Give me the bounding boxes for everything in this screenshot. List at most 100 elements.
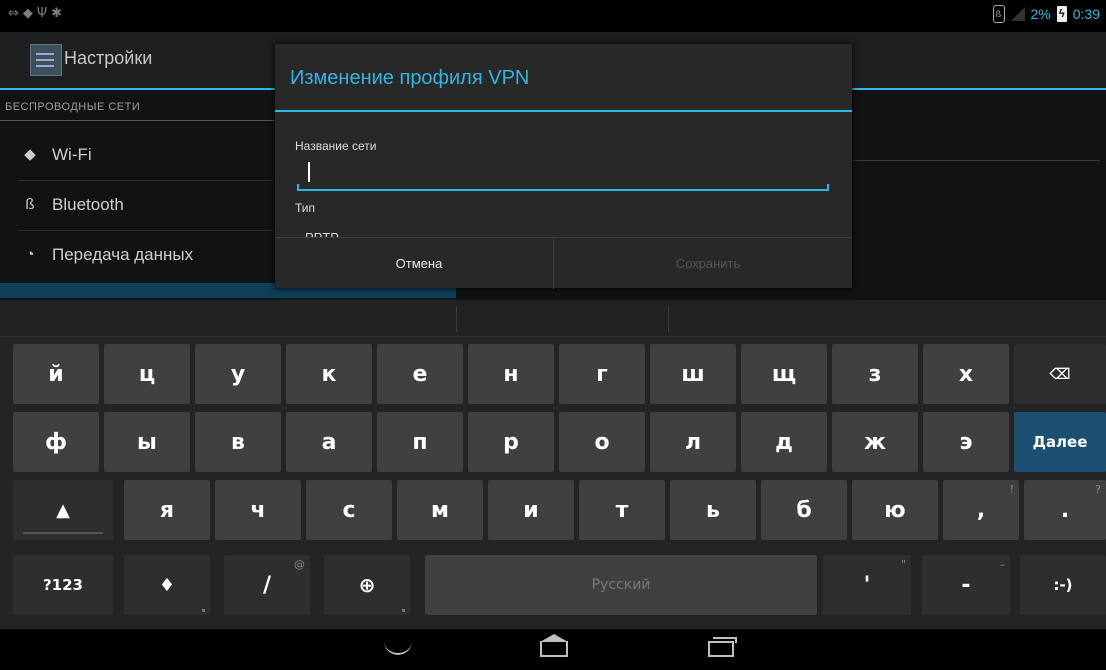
dialog-title: Изменение профиля VPN <box>290 67 530 89</box>
home-icon <box>540 634 568 657</box>
period-label: . <box>1060 497 1070 523</box>
key-б[interactable]: б <box>761 480 847 540</box>
shift-key[interactable]: ▲ <box>13 480 113 540</box>
backspace-icon: ⌫ <box>1049 365 1071 383</box>
settings-icon[interactable] <box>30 44 62 76</box>
key-ю[interactable]: ю <box>852 480 938 540</box>
cancel-button[interactable]: Отмена <box>275 238 563 289</box>
key-ы[interactable]: ы <box>104 412 190 472</box>
key-й[interactable]: й <box>13 344 99 404</box>
key-п[interactable]: п <box>377 412 463 472</box>
globe-icon: ⊕ <box>358 573 376 597</box>
on-screen-keyboard: й ц у к е н г ш щ з х ⌫ ф ы в а п р о л … <box>0 300 1106 629</box>
language-key[interactable]: ⊕ <box>324 555 410 615</box>
key-г[interactable]: г <box>559 344 645 404</box>
clock: 0:39 <box>1072 6 1100 22</box>
no-signal-icon <box>1010 7 1025 21</box>
apostrophe-label: ' <box>863 572 871 598</box>
next-key[interactable]: Далее <box>1014 412 1106 472</box>
space-key[interactable]: Русский <box>425 555 817 615</box>
key-х[interactable]: х <box>923 344 1009 404</box>
key-о[interactable]: о <box>559 412 645 472</box>
settings-item-wifi[interactable]: ◆ Wi-Fi <box>0 131 275 181</box>
settings-item-bluetooth[interactable]: ß Bluetooth <box>0 181 275 231</box>
key-д[interactable]: д <box>741 412 827 472</box>
recent-apps-button[interactable] <box>684 629 764 670</box>
home-button[interactable] <box>513 629 593 670</box>
key-ч[interactable]: ч <box>215 480 301 540</box>
key-л[interactable]: л <box>650 412 736 472</box>
key-е[interactable]: е <box>377 344 463 404</box>
key-у[interactable]: у <box>195 344 281 404</box>
key-с[interactable]: с <box>306 480 392 540</box>
key-ф[interactable]: ф <box>13 412 99 472</box>
dialog-button-bar: Отмена Сохранить <box>275 237 852 289</box>
key-н[interactable]: н <box>468 344 554 404</box>
comma-key[interactable]: , ! <box>943 480 1019 540</box>
apostrophe-hint: " <box>900 558 906 571</box>
settings-item-label: Передача данных <box>52 245 194 264</box>
period-key[interactable]: . ? <box>1024 480 1106 540</box>
dialog-title-divider <box>275 110 852 112</box>
more-dot <box>202 609 205 612</box>
key-ж[interactable]: ж <box>832 412 918 472</box>
shift-indicator <box>23 532 103 534</box>
slash-label: / <box>262 572 272 598</box>
key-в[interactable]: в <box>195 412 281 472</box>
key-ь[interactable]: ь <box>670 480 756 540</box>
key-ш[interactable]: ш <box>650 344 736 404</box>
key-я[interactable]: я <box>124 480 210 540</box>
key-щ[interactable]: щ <box>741 344 827 404</box>
battery-percent: 2% <box>1030 6 1051 22</box>
type-label: Тип <box>295 201 316 215</box>
slash-key[interactable]: / @ <box>224 555 310 615</box>
back-button[interactable] <box>360 629 440 670</box>
system-status: ß 2% ϟ 0:39 <box>992 5 1100 23</box>
dash-label: - <box>961 572 971 598</box>
key-т[interactable]: т <box>579 480 665 540</box>
data-usage-icon: ◔ <box>25 246 35 263</box>
comma-label: , <box>976 497 986 523</box>
period-hint: ? <box>1095 483 1101 496</box>
apostrophe-key[interactable]: ' " <box>823 555 911 615</box>
network-name-input[interactable] <box>295 160 839 190</box>
slash-hint: @ <box>294 558 305 571</box>
comma-hint: ! <box>1009 483 1014 496</box>
smiley-key[interactable]: :-) <box>1020 555 1106 615</box>
divider <box>852 160 1100 161</box>
dash-key[interactable]: - – <box>922 555 1010 615</box>
network-name-label: Название сети <box>295 139 377 153</box>
text-cursor <box>308 162 310 182</box>
bluetooth-icon: ß <box>25 196 35 213</box>
notification-icons: ⇔◆Ψ✱ <box>8 6 66 21</box>
key-ц[interactable]: ц <box>104 344 190 404</box>
input-underline <box>827 184 829 191</box>
wifi-icon: ◆ <box>24 146 36 163</box>
key-р[interactable]: р <box>468 412 554 472</box>
navigation-bar <box>0 629 1106 670</box>
battery-charging-icon: ϟ <box>1056 6 1067 22</box>
backspace-key[interactable]: ⌫ <box>1014 344 1106 404</box>
key-а[interactable]: а <box>286 412 372 472</box>
wifi-icon: ◆ <box>22 6 37 21</box>
key-и[interactable]: и <box>488 480 574 540</box>
symbols-key[interactable]: ?123 <box>13 555 113 615</box>
divider <box>668 306 669 332</box>
divider <box>456 306 457 332</box>
vpn-profile-dialog: Изменение профиля VPN Название сети Тип … <box>275 44 852 289</box>
key-к[interactable]: к <box>286 344 372 404</box>
settings-item-data-usage[interactable]: ◔ Передача данных <box>0 231 275 281</box>
voice-input-key[interactable]: ♦ <box>124 555 210 615</box>
category-divider <box>0 120 275 121</box>
save-button[interactable]: Сохранить <box>564 238 852 289</box>
microphone-icon: ♦ <box>158 574 176 596</box>
category-header: БЕСПРОВОДНЫЕ СЕТИ <box>5 101 141 113</box>
key-э[interactable]: э <box>923 412 1009 472</box>
page-title: Настройки <box>64 48 153 68</box>
settings-item-label: Wi-Fi <box>52 145 92 164</box>
key-м[interactable]: м <box>397 480 483 540</box>
key-з[interactable]: з <box>832 344 918 404</box>
button-divider <box>553 238 554 289</box>
bluetooth-icon: ß <box>992 5 1005 23</box>
suggestion-strip <box>0 300 1106 337</box>
